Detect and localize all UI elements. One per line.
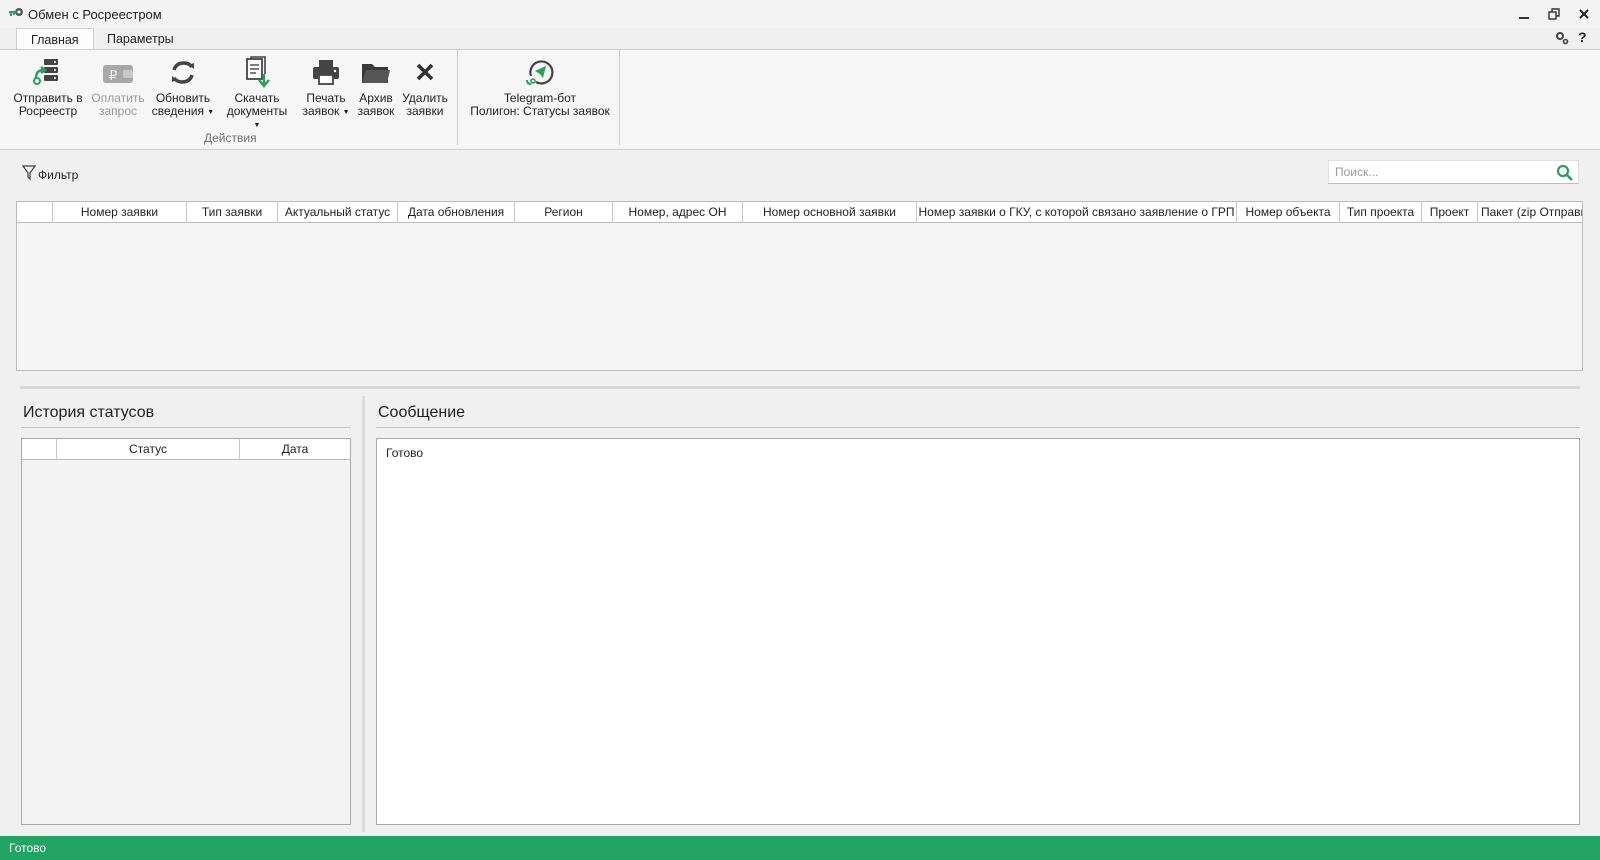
status-history-divider (21, 427, 351, 428)
chevron-down-icon: ▼ (207, 109, 215, 116)
update-info-label-1: Обновить (155, 91, 211, 105)
column-header-object-address[interactable]: Номер, адрес ОН (613, 202, 743, 223)
download-documents-button[interactable]: Скачать документы ▼ (222, 56, 292, 129)
history-column-date[interactable]: Дата (240, 439, 350, 460)
requests-archive-label-2: заявок (357, 104, 395, 118)
update-info-button[interactable]: Обновить сведения ▼ (151, 56, 215, 122)
send-server-icon (12, 56, 84, 88)
update-info-label-2: сведения (151, 104, 204, 118)
printer-icon (300, 56, 352, 88)
restore-button[interactable] (1542, 4, 1566, 26)
delete-x-icon (400, 56, 450, 88)
message-divider (376, 427, 1580, 428)
search-input[interactable] (1329, 161, 1544, 183)
column-header-current-status[interactable]: Актуальный статус (278, 202, 398, 223)
column-header-request-number[interactable]: Номер заявки (53, 202, 187, 223)
download-document-icon (222, 56, 292, 88)
delete-requests-label-1: Удалить (402, 91, 448, 105)
column-header-selector[interactable] (17, 202, 53, 223)
status-history-title: История статусов (23, 404, 155, 421)
filter-button[interactable]: Фильтр (21, 165, 79, 184)
search-icon[interactable] (1556, 164, 1574, 185)
print-requests-button[interactable]: Печать заявок ▼ (300, 56, 352, 122)
column-header-gku-request-number[interactable]: Номер заявки о ГКУ, с которой связано за… (917, 202, 1237, 223)
status-bar: Готово (0, 836, 1600, 860)
tab-parameters[interactable]: Параметры (93, 28, 188, 51)
status-history-header: Статус Дата (22, 439, 350, 460)
download-documents-label-1: Скачать (234, 91, 280, 105)
requests-archive-button[interactable]: Архив заявок (354, 56, 398, 122)
requests-grid-header: Номер заявки Тип заявки Актуальный стату… (17, 202, 1582, 223)
status-bar-text: Готово (9, 841, 47, 855)
telegram-bot-icon (466, 56, 614, 88)
ribbon-separator (457, 50, 458, 145)
window-title: Обмен с Росреестром (28, 7, 162, 22)
requests-grid[interactable]: Номер заявки Тип заявки Актуальный стату… (16, 201, 1583, 371)
message-text: Готово (386, 446, 424, 460)
pay-request-button[interactable]: ₽ Оплатить запрос (88, 56, 148, 122)
column-header-main-request-number[interactable]: Номер основной заявки (743, 202, 917, 223)
ribbon-separator (619, 50, 620, 145)
download-documents-label-2: документы (226, 104, 288, 118)
status-history-grid[interactable]: Статус Дата (21, 438, 351, 825)
minimize-icon (1518, 8, 1530, 23)
minimize-button[interactable] (1512, 4, 1536, 26)
message-title: Сообщение (378, 404, 466, 421)
title-bar: Обмен с Росреестром (0, 0, 1600, 28)
svg-text:₽: ₽ (109, 69, 117, 84)
funnel-icon (21, 165, 37, 184)
wallet-ruble-icon: ₽ (88, 56, 148, 88)
print-requests-label-1: Печать (306, 91, 346, 105)
column-header-project[interactable]: Проект (1422, 202, 1478, 223)
restore-icon (1548, 7, 1560, 23)
vertical-splitter[interactable] (362, 396, 365, 832)
requests-archive-label-1: Архив (359, 91, 393, 105)
search-box (1328, 160, 1579, 184)
horizontal-splitter[interactable] (20, 386, 1580, 389)
folder-icon (354, 56, 398, 88)
history-column-status[interactable]: Статус (57, 439, 240, 460)
settings-gears-icon[interactable] (1555, 31, 1569, 48)
delete-requests-button[interactable]: Удалить заявки (400, 56, 450, 122)
telegram-bot-label-2: Полигон: Статусы заявок (470, 104, 610, 118)
tab-main[interactable]: Главная (16, 28, 94, 51)
column-header-project-type[interactable]: Тип проекта (1340, 202, 1422, 223)
actions-group-label: Действия (204, 131, 257, 145)
close-button[interactable] (1572, 4, 1596, 26)
message-box[interactable]: Готово (376, 438, 1580, 825)
column-header-region[interactable]: Регион (515, 202, 613, 223)
column-header-update-date[interactable]: Дата обновления (398, 202, 515, 223)
delete-requests-label-2: заявки (406, 104, 444, 118)
refresh-icon (151, 56, 215, 88)
history-column-selector[interactable] (22, 439, 57, 460)
column-header-package[interactable]: Пакет (zip Отправитель (1478, 202, 1582, 223)
pay-request-label-2: запрос (98, 104, 138, 118)
send-to-rosreestr-label-1: Отправить в (13, 91, 83, 105)
pay-request-label-1: Оплатить (91, 91, 145, 105)
column-header-request-type[interactable]: Тип заявки (187, 202, 278, 223)
telegram-bot-label-1: Telegram-бот (503, 91, 577, 105)
app-key-icon (8, 7, 24, 24)
ribbon: Отправить в Росреестр ₽ Оплатить запрос … (0, 49, 1600, 150)
chevron-down-icon: ▼ (253, 122, 261, 129)
column-header-object-number[interactable]: Номер объекта (1237, 202, 1340, 223)
print-requests-label-2: заявок (302, 104, 340, 118)
send-to-rosreestr-label-2: Росреестр (18, 104, 78, 118)
chevron-down-icon: ▼ (342, 109, 350, 116)
help-icon[interactable]: ? (1578, 29, 1587, 45)
close-icon (1578, 8, 1590, 23)
ribbon-tabs: Главная Параметры ? (0, 28, 1600, 51)
filter-label: Фильтр (38, 167, 79, 182)
telegram-bot-button[interactable]: Telegram-бот Полигон: Статусы заявок (466, 56, 614, 122)
send-to-rosreestr-button[interactable]: Отправить в Росреестр (12, 56, 84, 122)
